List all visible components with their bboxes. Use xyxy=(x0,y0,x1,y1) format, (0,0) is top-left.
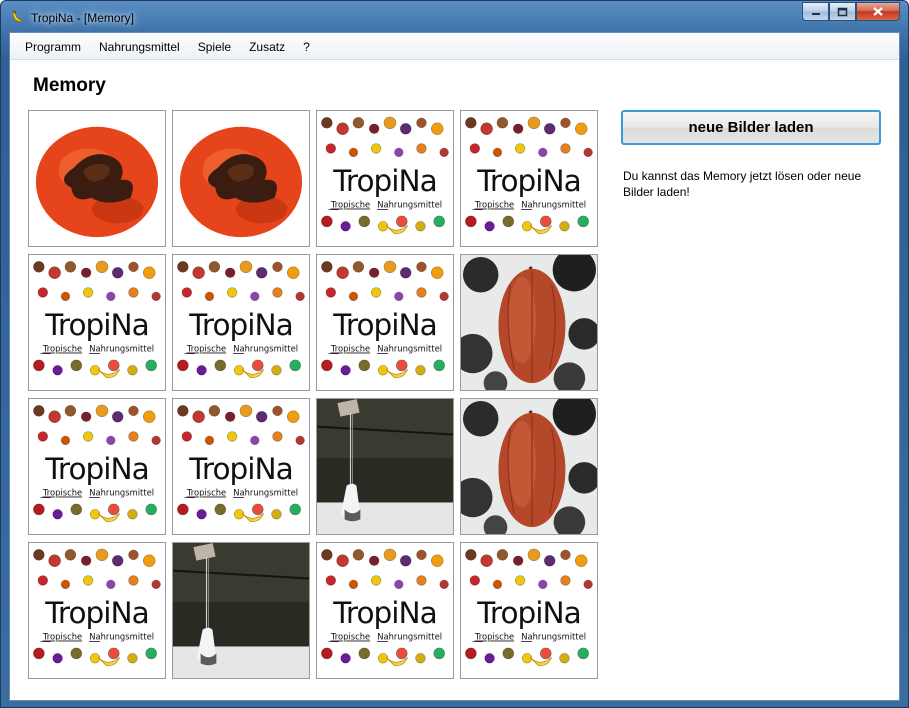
maximize-button[interactable] xyxy=(829,2,856,21)
svg-text:Tropische: Tropische xyxy=(42,344,82,354)
memory-card-logo[interactable]: TropiNa Tropische Nahrungsmittel xyxy=(316,542,454,679)
memory-card-logo[interactable]: TropiNa Tropische Nahrungsmittel xyxy=(172,398,310,535)
banana-icon xyxy=(12,10,25,22)
svg-text:Tropische: Tropische xyxy=(330,632,370,642)
status-message: Du kannst das Memory jetzt lösen oder ne… xyxy=(623,169,862,199)
memory-card-logo[interactable]: TropiNa Tropische Nahrungsmittel xyxy=(316,254,454,391)
svg-text:Tropische: Tropische xyxy=(186,488,226,498)
svg-text:Nahrungsmittel: Nahrungsmittel xyxy=(521,200,586,210)
svg-text:Nahrungsmittel: Nahrungsmittel xyxy=(377,632,442,642)
persimmon-image xyxy=(173,111,309,246)
logo-image: TropiNa Tropische Nahrungsmittel xyxy=(177,404,305,522)
memory-card-logo[interactable]: TropiNa Tropische Nahrungsmittel xyxy=(460,110,598,247)
logo-image: TropiNa Tropische Nahrungsmittel xyxy=(33,260,161,378)
menu-nahrungsmittel[interactable]: Nahrungsmittel xyxy=(90,36,189,57)
logo-image: TropiNa Tropische Nahrungsmittel xyxy=(321,116,449,234)
app-window: TropiNa - [Memory] Programm Nahrungsmitt… xyxy=(0,0,909,708)
svg-text:TropiNa: TropiNa xyxy=(188,452,293,486)
memory-card-cacao-pod[interactable] xyxy=(460,398,598,535)
logo-image: TropiNa Tropische Nahrungsmittel xyxy=(177,260,305,378)
logo-image: TropiNa Tropische Nahrungsmittel xyxy=(321,260,449,378)
memory-card-logo[interactable]: TropiNa Tropische Nahrungsmittel xyxy=(460,542,598,679)
svg-text:TropiNa: TropiNa xyxy=(476,164,581,198)
minimize-icon xyxy=(811,12,820,15)
svg-text:Tropische: Tropische xyxy=(474,200,514,210)
load-new-images-button[interactable]: neue Bilder laden xyxy=(621,110,881,145)
memory-card-logo[interactable]: TropiNa Tropische Nahrungsmittel xyxy=(28,398,166,535)
menu-zusatz[interactable]: Zusatz xyxy=(240,36,294,57)
svg-text:Tropische: Tropische xyxy=(42,488,82,498)
hanging-fruit-image xyxy=(317,399,453,534)
memory-card-logo[interactable]: TropiNa Tropische Nahrungsmittel xyxy=(172,254,310,391)
memory-card-persimmon[interactable] xyxy=(172,110,310,247)
logo-image: TropiNa Tropische Nahrungsmittel xyxy=(321,548,449,666)
caption-buttons xyxy=(802,2,900,21)
menu-programm[interactable]: Programm xyxy=(16,36,90,57)
svg-text:Nahrungsmittel: Nahrungsmittel xyxy=(89,632,154,642)
menu-bar: Programm Nahrungsmittel Spiele Zusatz ? xyxy=(10,33,899,60)
svg-text:TropiNa: TropiNa xyxy=(476,596,581,630)
cacao-pod-image xyxy=(461,255,597,390)
svg-text:Nahrungsmittel: Nahrungsmittel xyxy=(233,344,298,354)
window-title: TropiNa - [Memory] xyxy=(31,11,134,25)
svg-text:Tropische: Tropische xyxy=(42,632,82,642)
svg-text:Nahrungsmittel: Nahrungsmittel xyxy=(377,200,442,210)
close-icon xyxy=(873,7,883,16)
hanging-fruit-image xyxy=(173,543,309,678)
svg-text:Nahrungsmittel: Nahrungsmittel xyxy=(233,488,298,498)
svg-text:TropiNa: TropiNa xyxy=(44,596,149,630)
memory-card-persimmon[interactable] xyxy=(28,110,166,247)
logo-image: TropiNa Tropische Nahrungsmittel xyxy=(465,116,593,234)
menu-spiele[interactable]: Spiele xyxy=(189,36,240,57)
maximize-icon xyxy=(837,7,848,16)
close-button[interactable] xyxy=(856,2,900,21)
svg-text:TropiNa: TropiNa xyxy=(188,308,293,342)
svg-text:Tropische: Tropische xyxy=(330,200,370,210)
page-title: Memory xyxy=(33,75,106,96)
svg-text:Nahrungsmittel: Nahrungsmittel xyxy=(89,344,154,354)
svg-text:TropiNa: TropiNa xyxy=(44,452,149,486)
client-area: Programm Nahrungsmittel Spiele Zusatz ? … xyxy=(9,32,900,701)
minimize-button[interactable] xyxy=(802,2,829,21)
svg-text:TropiNa: TropiNa xyxy=(332,308,437,342)
svg-text:Tropische: Tropische xyxy=(330,344,370,354)
svg-text:TropiNa: TropiNa xyxy=(332,164,437,198)
memory-card-hanging-fruit[interactable] xyxy=(316,398,454,535)
logo-image: TropiNa Tropische Nahrungsmittel xyxy=(33,548,161,666)
memory-card-logo[interactable]: TropiNa Tropische Nahrungsmittel xyxy=(28,254,166,391)
svg-text:Tropische: Tropische xyxy=(474,632,514,642)
memory-card-logo[interactable]: TropiNa Tropische Nahrungsmittel xyxy=(316,110,454,247)
menu-help[interactable]: ? xyxy=(294,36,319,57)
logo-image: TropiNa Tropische Nahrungsmittel xyxy=(465,548,593,666)
persimmon-image xyxy=(29,111,165,246)
title-bar[interactable]: TropiNa - [Memory] xyxy=(1,1,908,32)
memory-card-hanging-fruit[interactable] xyxy=(172,542,310,679)
svg-text:Nahrungsmittel: Nahrungsmittel xyxy=(89,488,154,498)
logo-image: TropiNa Tropische Nahrungsmittel xyxy=(33,404,161,522)
cacao-pod-image xyxy=(461,399,597,534)
svg-text:Nahrungsmittel: Nahrungsmittel xyxy=(377,344,442,354)
svg-text:Tropische: Tropische xyxy=(186,344,226,354)
memory-card-cacao-pod[interactable] xyxy=(460,254,598,391)
svg-text:TropiNa: TropiNa xyxy=(332,596,437,630)
svg-text:TropiNa: TropiNa xyxy=(44,308,149,342)
memory-card-logo[interactable]: TropiNa Tropische Nahrungsmittel xyxy=(28,542,166,679)
svg-text:Nahrungsmittel: Nahrungsmittel xyxy=(521,632,586,642)
